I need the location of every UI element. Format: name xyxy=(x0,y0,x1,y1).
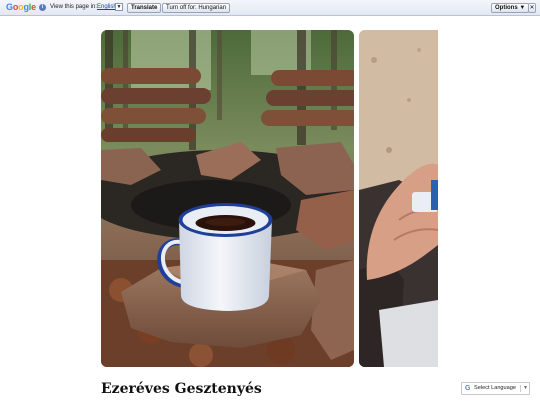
google-logo: Google xyxy=(6,2,36,12)
translate-button[interactable]: Translate xyxy=(127,3,162,13)
chevron-down-icon: ▼ xyxy=(523,385,528,391)
side-photo[interactable] xyxy=(359,30,438,367)
select-language-label: Select Language xyxy=(474,385,516,391)
close-icon[interactable]: ✕ xyxy=(528,3,536,13)
turn-off-button[interactable]: Turn off for: Hungarian xyxy=(162,3,231,13)
info-icon: i xyxy=(39,4,46,11)
post-title: Ezeréves Gesztenyés xyxy=(101,381,262,397)
view-page-label: View this page in: xyxy=(50,4,97,10)
coffee-mug-photo xyxy=(101,30,354,367)
google-translate-bar: Google i View this page in: English ▼ Tr… xyxy=(0,0,540,16)
select-divider xyxy=(520,385,521,392)
language-dropdown-arrow[interactable]: ▼ xyxy=(115,3,123,11)
google-g-icon: G xyxy=(465,385,471,392)
main-photo[interactable] xyxy=(101,30,354,367)
options-button[interactable]: Options ▼ xyxy=(491,3,530,13)
thermos-hand-photo xyxy=(359,30,438,367)
select-language-widget[interactable]: G Select Language ▼ xyxy=(461,382,530,395)
language-link[interactable]: English xyxy=(97,4,117,10)
